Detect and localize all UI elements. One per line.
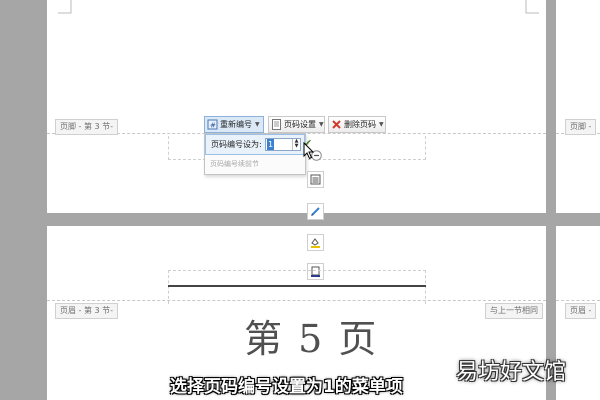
mouse-cursor-icon xyxy=(303,142,315,160)
pen-icon xyxy=(311,207,320,216)
header-section-label: 页眉 - 第 3 节- xyxy=(55,303,119,319)
video-subtitle: 选择页码编号设置为1的菜单项 xyxy=(170,377,403,397)
chevron-down-icon: ▼ xyxy=(255,121,260,128)
continue-numbering-option[interactable]: 页码编号续前节 xyxy=(210,159,259,169)
align-button[interactable] xyxy=(307,171,324,188)
pen-button[interactable] xyxy=(307,203,324,220)
set-page-number-label: 页码编号设为: xyxy=(211,140,262,149)
header-section-label-right: 页眉 - xyxy=(565,303,597,319)
watermark-text: 易坊好文馆 xyxy=(456,360,567,385)
header-rule-line xyxy=(168,285,426,287)
header-boundary-line xyxy=(556,300,600,301)
margin-corner-mark xyxy=(525,0,539,14)
fill-button[interactable] xyxy=(307,234,324,251)
delete-label: 删除页码 xyxy=(344,120,376,129)
page-number-text: 第 5 页 xyxy=(244,317,379,361)
document-page-top xyxy=(47,0,546,213)
renumber-button[interactable]: # 重新编号 ▼ xyxy=(204,116,264,133)
page-settings-button[interactable]: 页码设置 ▼ xyxy=(268,116,325,133)
footer-section-label: 页脚 - 第 3 节- xyxy=(55,119,119,135)
set-page-number-option[interactable]: 页码编号设为: 1 ▲ ▼ ✔ xyxy=(205,134,312,155)
page-number-spinner[interactable]: 1 ▲ ▼ xyxy=(265,138,301,151)
page-settings-icon xyxy=(272,119,281,130)
svg-text:#: # xyxy=(210,122,216,130)
renumber-dropdown: 页码编号设为: 1 ▲ ▼ ✔ 页码编号续前节 xyxy=(204,133,312,175)
document-page-right-top xyxy=(556,0,600,213)
chevron-down-icon: ▼ xyxy=(319,121,324,128)
renumber-label: 重新编号 xyxy=(220,120,252,129)
page-settings-label: 页码设置 xyxy=(284,120,316,129)
delete-page-number-button[interactable]: 删除页码 ▼ xyxy=(328,116,386,133)
header-content-area[interactable] xyxy=(168,270,426,304)
same-as-previous-label: 与上一节相同 xyxy=(485,303,543,319)
renumber-icon: # xyxy=(207,119,218,130)
fill-icon xyxy=(311,238,320,248)
delete-icon xyxy=(332,120,341,129)
header-boundary-line xyxy=(47,300,546,301)
spinner-arrows-icon[interactable]: ▲ ▼ xyxy=(292,139,300,150)
footer-section-label-right: 页脚 - xyxy=(565,119,597,135)
page-number-value[interactable]: 1 xyxy=(267,139,275,150)
chevron-down-icon: ▼ xyxy=(379,121,384,128)
margin-corner-mark xyxy=(58,0,72,14)
align-icon xyxy=(310,174,321,185)
